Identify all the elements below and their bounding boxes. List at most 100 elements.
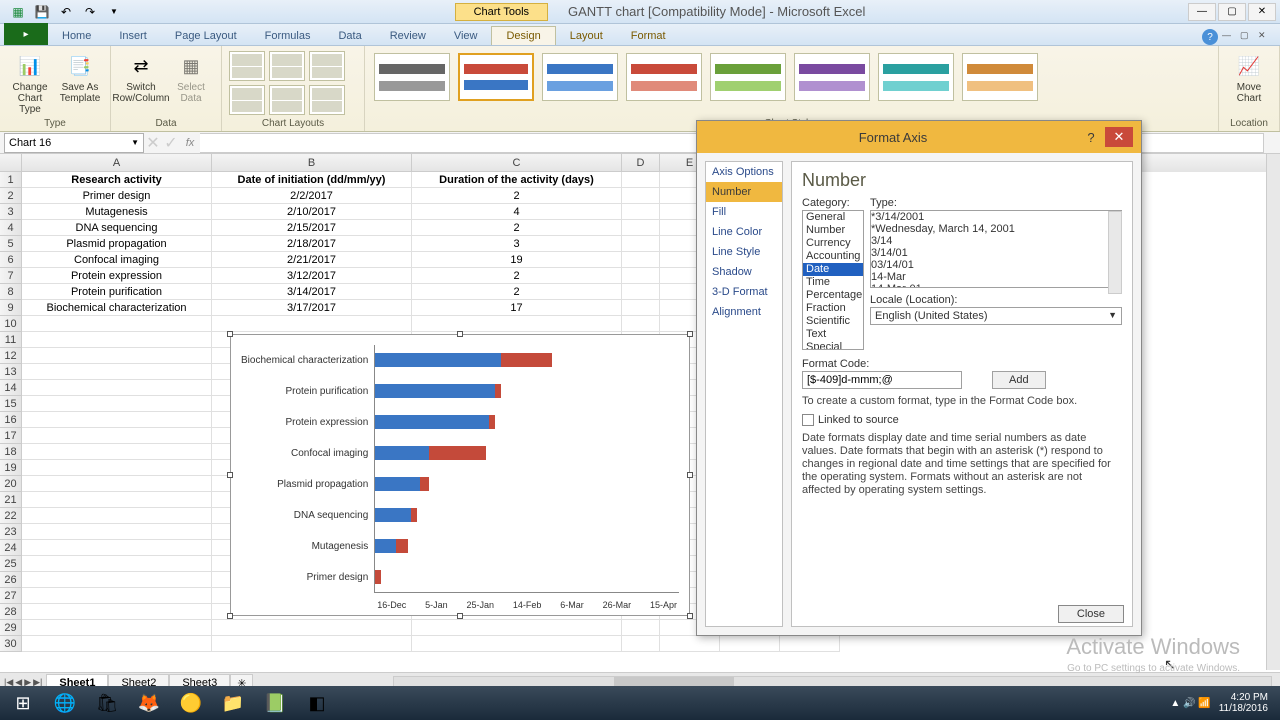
category-item[interactable]: Special xyxy=(803,341,863,350)
save-icon[interactable]: 💾 xyxy=(32,3,52,21)
chart-layout-thumb[interactable] xyxy=(269,51,305,81)
cell[interactable]: Duration of the activity (days) xyxy=(412,172,622,188)
chart-layout-thumb[interactable] xyxy=(229,85,265,115)
category-item[interactable]: Accounting xyxy=(803,250,863,263)
cell[interactable] xyxy=(622,220,660,236)
excel-icon[interactable]: ▦ xyxy=(8,3,28,21)
cell[interactable]: 17 xyxy=(412,300,622,316)
cell[interactable] xyxy=(22,572,212,588)
row-header[interactable]: 19 xyxy=(0,460,22,476)
category-item[interactable]: Date xyxy=(803,263,863,276)
cell[interactable]: 2 xyxy=(412,220,622,236)
chart-style-thumb[interactable] xyxy=(374,53,450,101)
cell[interactable]: 3/12/2017 xyxy=(212,268,412,284)
tab-data[interactable]: Data xyxy=(324,27,375,45)
dialog-titlebar[interactable]: Format Axis ? ✕ xyxy=(697,121,1141,153)
dialog-nav-item[interactable]: Number xyxy=(706,182,782,202)
row-header[interactable]: 8 xyxy=(0,284,22,300)
cell[interactable] xyxy=(22,492,212,508)
row-header[interactable]: 3 xyxy=(0,204,22,220)
cell[interactable]: Primer design xyxy=(22,188,212,204)
row-header[interactable]: 11 xyxy=(0,332,22,348)
row-header[interactable]: 12 xyxy=(0,348,22,364)
dialog-nav-item[interactable]: Line Color xyxy=(706,222,782,242)
cell[interactable] xyxy=(412,620,622,636)
cell[interactable]: 3/14/2017 xyxy=(212,284,412,300)
cell[interactable] xyxy=(622,268,660,284)
row-header[interactable]: 9 xyxy=(0,300,22,316)
save-as-template-button[interactable]: 📑 Save As Template xyxy=(56,50,104,104)
locale-combo[interactable]: English (United States) ▼ xyxy=(870,307,1122,325)
cell[interactable]: 2/18/2017 xyxy=(212,236,412,252)
row-header[interactable]: 10 xyxy=(0,316,22,332)
chart-style-thumb[interactable] xyxy=(458,53,534,101)
row-header[interactable]: 7 xyxy=(0,268,22,284)
cell[interactable] xyxy=(622,284,660,300)
row-header[interactable]: 29 xyxy=(0,620,22,636)
tab-insert[interactable]: Insert xyxy=(105,27,161,45)
cell[interactable]: 2 xyxy=(412,284,622,300)
cell[interactable]: 2/15/2017 xyxy=(212,220,412,236)
chevron-down-icon[interactable]: ▼ xyxy=(131,138,139,147)
cell[interactable] xyxy=(622,172,660,188)
cell[interactable] xyxy=(22,412,212,428)
move-chart-button[interactable]: 📈 Move Chart xyxy=(1225,50,1273,104)
cell[interactable] xyxy=(720,636,780,652)
chart-style-thumb[interactable] xyxy=(794,53,870,101)
row-header[interactable]: 1 xyxy=(0,172,22,188)
chart-style-thumb[interactable] xyxy=(626,53,702,101)
cell[interactable] xyxy=(22,588,212,604)
col-header[interactable]: D xyxy=(622,154,660,172)
row-header[interactable]: 30 xyxy=(0,636,22,652)
cell[interactable]: Protein purification xyxy=(22,284,212,300)
cancel-formula-icon[interactable]: ✕ xyxy=(144,133,162,153)
cell[interactable]: Date of initiation (dd/mm/yy) xyxy=(212,172,412,188)
dialog-close-icon[interactable]: ✕ xyxy=(1105,127,1133,147)
dialog-nav-item[interactable]: Line Style xyxy=(706,242,782,262)
tab-home[interactable]: Home xyxy=(48,27,105,45)
chart-style-thumb[interactable] xyxy=(542,53,618,101)
close-window-button[interactable]: ✕ xyxy=(1248,3,1276,21)
cell[interactable] xyxy=(22,508,212,524)
cell[interactable]: 2/21/2017 xyxy=(212,252,412,268)
cell[interactable] xyxy=(622,620,660,636)
cell[interactable] xyxy=(622,316,660,332)
tab-format[interactable]: Format xyxy=(617,27,680,45)
dialog-nav-item[interactable]: Fill xyxy=(706,202,782,222)
cell[interactable] xyxy=(22,476,212,492)
confirm-formula-icon[interactable]: ✓ xyxy=(162,133,180,153)
type-item[interactable]: 14-Mar xyxy=(871,271,1121,283)
category-item[interactable]: Time xyxy=(803,276,863,289)
cell[interactable]: Confocal imaging xyxy=(22,252,212,268)
row-header[interactable]: 13 xyxy=(0,364,22,380)
dialog-help-icon[interactable]: ? xyxy=(1081,130,1101,145)
help-icon[interactable]: ? xyxy=(1202,29,1218,45)
category-item[interactable]: Currency xyxy=(803,237,863,250)
row-header[interactable]: 15 xyxy=(0,396,22,412)
maximize-button[interactable]: ▢ xyxy=(1218,3,1246,21)
app-icon[interactable]: ◧ xyxy=(298,688,336,718)
row-header[interactable]: 22 xyxy=(0,508,22,524)
type-item[interactable]: 3/14 xyxy=(871,235,1121,247)
col-header[interactable]: C xyxy=(412,154,622,172)
cell[interactable] xyxy=(22,348,212,364)
cell[interactable] xyxy=(22,444,212,460)
row-header[interactable]: 21 xyxy=(0,492,22,508)
cell[interactable]: Mutagenesis xyxy=(22,204,212,220)
tab-review[interactable]: Review xyxy=(376,27,440,45)
category-item[interactable]: Text xyxy=(803,328,863,341)
row-header[interactable]: 28 xyxy=(0,604,22,620)
chart-style-thumb[interactable] xyxy=(962,53,1038,101)
chrome-icon[interactable]: 🟡 xyxy=(172,688,210,718)
cell[interactable] xyxy=(212,316,412,332)
cell[interactable] xyxy=(22,364,212,380)
tab-page-layout[interactable]: Page Layout xyxy=(161,27,251,45)
cell[interactable] xyxy=(22,556,212,572)
row-header[interactable]: 16 xyxy=(0,412,22,428)
cell[interactable] xyxy=(212,620,412,636)
category-item[interactable]: Number xyxy=(803,224,863,237)
cell[interactable] xyxy=(622,252,660,268)
type-item[interactable]: *3/14/2001 xyxy=(871,211,1121,223)
type-listbox[interactable]: *3/14/2001*Wednesday, March 14, 20013/14… xyxy=(870,210,1122,288)
category-item[interactable]: Percentage xyxy=(803,289,863,302)
